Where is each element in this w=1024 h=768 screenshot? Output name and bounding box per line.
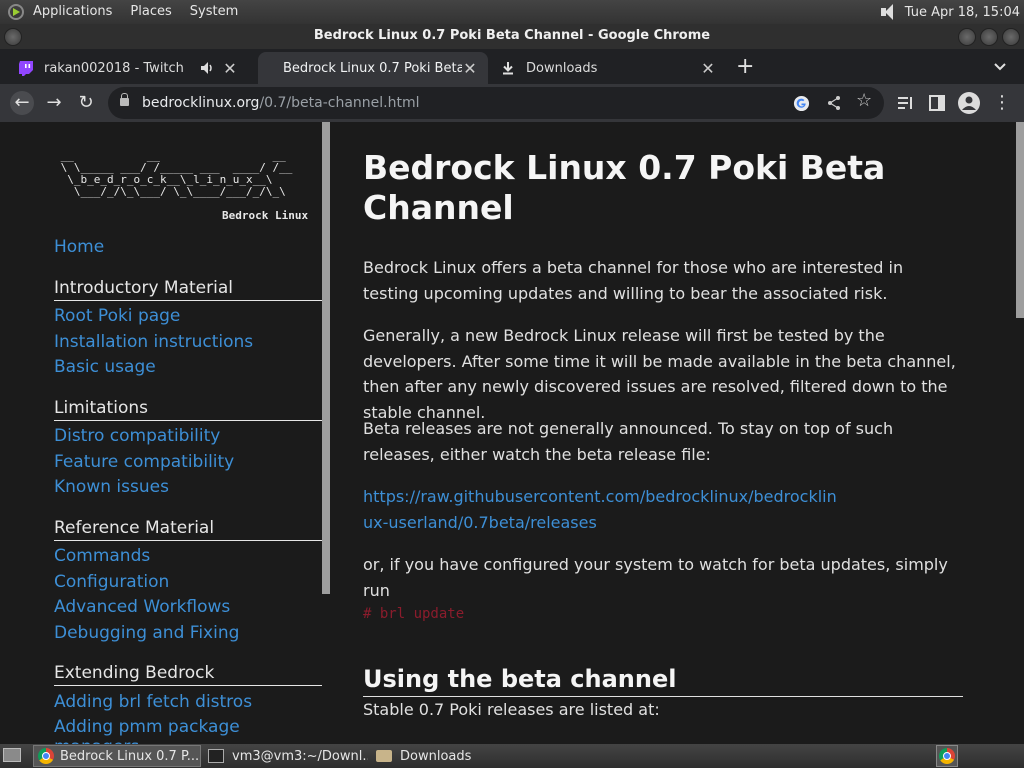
chrome-icon — [38, 748, 54, 764]
share-icon[interactable] — [826, 95, 842, 111]
url-host: bedrocklinux.org — [142, 95, 260, 111]
page-title: Bedrock Linux 0.7 Poki Beta Channel — [363, 148, 886, 227]
back-arrow-icon[interactable]: ← — [10, 91, 34, 115]
nav-link-known-issues[interactable]: Known issues — [54, 477, 169, 497]
download-icon — [503, 62, 513, 75]
chrome-icon — [939, 748, 955, 764]
menu-places[interactable]: Places — [121, 0, 180, 24]
chevron-down-icon[interactable] — [993, 62, 1007, 72]
show-desktop-icon[interactable] — [3, 748, 21, 762]
lock-icon[interactable] — [120, 93, 129, 106]
stable-releases-paragraph: Stable 0.7 Poki releases are listed at: — [363, 700, 660, 719]
workspace-switcher[interactable] — [936, 745, 958, 767]
nav-link-advanced-workflows[interactable]: Advanced Workflows — [54, 597, 230, 617]
nav-heading-reference: Reference Material — [54, 518, 322, 541]
release-process-paragraph: Generally, a new Bedrock Linux release w… — [363, 326, 956, 422]
section-heading: Using the beta channel — [363, 664, 963, 697]
announcement-paragraph: Beta releases are not generally announce… — [363, 419, 894, 464]
bedrock-logo-art: __ __ __ \ \_____ ___/ /_____ ___ ____/ … — [60, 149, 293, 198]
nav-heading-extending: Extending Bedrock — [54, 663, 322, 686]
address-bar[interactable]: bedrocklinux.org/0.7/beta-channel.html ☆ — [108, 87, 884, 119]
url-text[interactable]: bedrocklinux.org/0.7/beta-channel.html — [142, 87, 420, 119]
new-tab-icon[interactable]: + — [736, 55, 754, 79]
window-title: Bedrock Linux 0.7 Poki Beta Channel - Go… — [313, 28, 711, 43]
volume-icon[interactable] — [879, 3, 899, 21]
menu-system[interactable]: System — [181, 0, 247, 24]
nav-link-installation[interactable]: Installation instructions — [54, 332, 253, 352]
logo-caption: Bedrock Linux — [222, 209, 309, 222]
nav-link-basic-usage[interactable]: Basic usage — [54, 357, 156, 377]
tab-title: rakan002018 - Twitch — [44, 60, 184, 76]
nav-heading-limitations: Limitations — [54, 398, 322, 421]
google-lens-icon[interactable] — [793, 95, 810, 112]
nav-link-feature-compat[interactable]: Feature compatibility — [54, 452, 234, 472]
distro-logo-icon[interactable] — [8, 4, 24, 20]
taskbar: Bedrock Linux 0.7 P... vm3@vm3:~/Downl..… — [0, 744, 1024, 768]
code-snippet: # brl update — [363, 606, 465, 622]
taskbar-item-downloads[interactable]: Downloads — [372, 745, 532, 767]
nav-home-link[interactable]: Home — [54, 237, 104, 257]
bookmark-star-icon[interactable]: ☆ — [856, 90, 872, 111]
reading-list-icon[interactable] — [897, 95, 915, 111]
sidebar-scrollbar[interactable] — [322, 122, 330, 594]
twitch-icon — [19, 61, 33, 76]
nav-link-debugging[interactable]: Debugging and Fixing — [54, 623, 239, 643]
tab-twitch[interactable]: rakan002018 - Twitch ✕ — [8, 52, 248, 84]
kebab-menu-icon[interactable]: ⋮ — [990, 91, 1014, 115]
intro-paragraph: Bedrock Linux offers a beta channel for … — [363, 258, 904, 303]
tab-title: Downloads — [526, 60, 598, 76]
browser-toolbar: ← → ↻ bedrocklinux.org/0.7/beta-channel.… — [0, 84, 1024, 122]
terminal-icon — [208, 749, 224, 763]
reload-icon[interactable]: ↻ — [74, 91, 98, 115]
menu-applications[interactable]: Applications — [24, 0, 121, 24]
sidebar: __ __ __ \ \_____ ___/ /_____ ___ ____/ … — [0, 122, 330, 744]
close-tab-icon[interactable]: ✕ — [462, 59, 478, 78]
profile-avatar-icon[interactable] — [958, 92, 980, 114]
close-window-button[interactable] — [1002, 28, 1020, 46]
close-tab-icon[interactable]: ✕ — [700, 59, 716, 78]
taskbar-item-label: Downloads — [400, 748, 472, 764]
tab-strip: rakan002018 - Twitch ✕ Bedrock Linux 0.7… — [0, 49, 1024, 84]
tab-bedrock-beta[interactable]: Bedrock Linux 0.7 Poki Beta C ✕ — [258, 52, 488, 84]
nav-heading-introductory: Introductory Material — [54, 278, 322, 301]
nav-link-commands[interactable]: Commands — [54, 546, 150, 566]
taskbar-item-terminal[interactable]: vm3@vm3:~/Downl... — [204, 745, 368, 767]
web-page: __ __ __ \ \_____ ___/ /_____ ___ ____/ … — [0, 122, 1024, 744]
minimize-button[interactable] — [958, 28, 976, 46]
nav-link-brl-fetch[interactable]: Adding brl fetch distros — [54, 692, 252, 712]
top-panel: Applications Places System Tue Apr 18, 1… — [0, 0, 1024, 24]
taskbar-item-label: vm3@vm3:~/Downl... — [232, 748, 368, 764]
nav-link-configuration[interactable]: Configuration — [54, 572, 169, 592]
speaker-icon[interactable] — [200, 61, 214, 75]
page-scrollbar[interactable] — [1016, 122, 1024, 318]
window-menu-button[interactable] — [4, 28, 22, 46]
close-tab-icon[interactable]: ✕ — [222, 59, 238, 78]
nav-link-distro-compat[interactable]: Distro compatibility — [54, 426, 220, 446]
tab-title: Bedrock Linux 0.7 Poki Beta C — [283, 60, 462, 76]
nav-link-root-poki[interactable]: Root Poki page — [54, 306, 180, 326]
clock[interactable]: Tue Apr 18, 15:04 — [905, 5, 1020, 20]
taskbar-item-label: Bedrock Linux 0.7 P... — [60, 748, 200, 764]
folder-icon — [376, 750, 392, 762]
side-panel-icon[interactable] — [929, 95, 945, 111]
taskbar-item-chrome[interactable]: Bedrock Linux 0.7 P... — [33, 745, 201, 767]
window-titlebar[interactable]: Bedrock Linux 0.7 Poki Beta Channel - Go… — [0, 24, 1024, 49]
nav-link-pmm[interactable]: Adding pmm package managers — [54, 717, 330, 744]
run-command-paragraph: or, if you have configured your system t… — [363, 555, 948, 600]
url-path: /0.7/beta-channel.html — [259, 95, 420, 111]
forward-arrow-icon[interactable]: → — [42, 91, 66, 115]
beta-releases-link[interactable]: https://raw.githubusercontent.com/bedroc… — [363, 484, 843, 535]
tab-downloads[interactable]: Downloads ✕ — [490, 52, 726, 84]
maximize-button[interactable] — [980, 28, 998, 46]
